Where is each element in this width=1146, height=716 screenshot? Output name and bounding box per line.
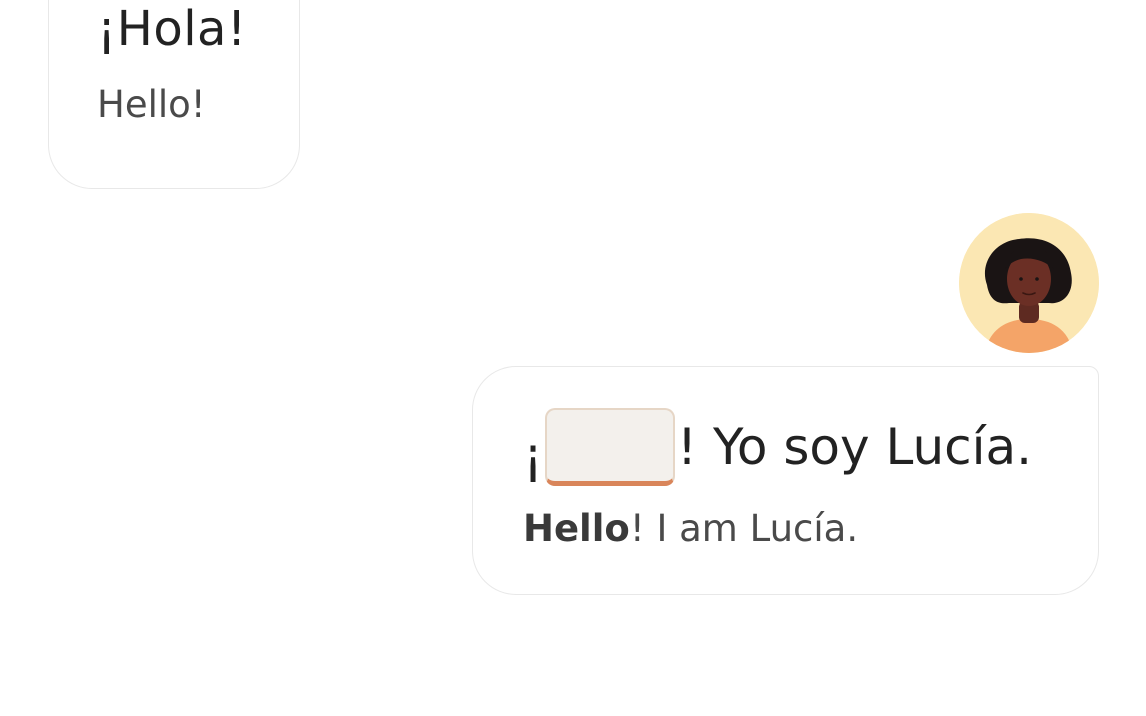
translation-rest: ! I am Lucía. xyxy=(629,507,859,550)
message-bubble-lucia: ¡ ! Yo soy Lucía. Hello! I am Lucía. xyxy=(472,366,1099,595)
translation-text: Hello! xyxy=(97,83,206,126)
target-sentence: ¡ ! Yo soy Lucía. xyxy=(523,407,1032,487)
answer-blank-slot[interactable] xyxy=(545,408,676,486)
lucia-avatar xyxy=(959,213,1099,353)
target-phrase[interactable]: ¡Hola! xyxy=(97,1,247,57)
message-bubble-hola: ¡Hola! Hello! xyxy=(48,0,300,189)
opening-exclamation: ¡ xyxy=(523,427,544,485)
translation-highlight: Hello xyxy=(523,507,630,550)
translation-sentence: Hello! I am Lucía. xyxy=(523,507,858,550)
woman-avatar-icon xyxy=(959,213,1099,353)
target-sentence-rest[interactable]: ! Yo soy Lucía. xyxy=(677,418,1032,476)
